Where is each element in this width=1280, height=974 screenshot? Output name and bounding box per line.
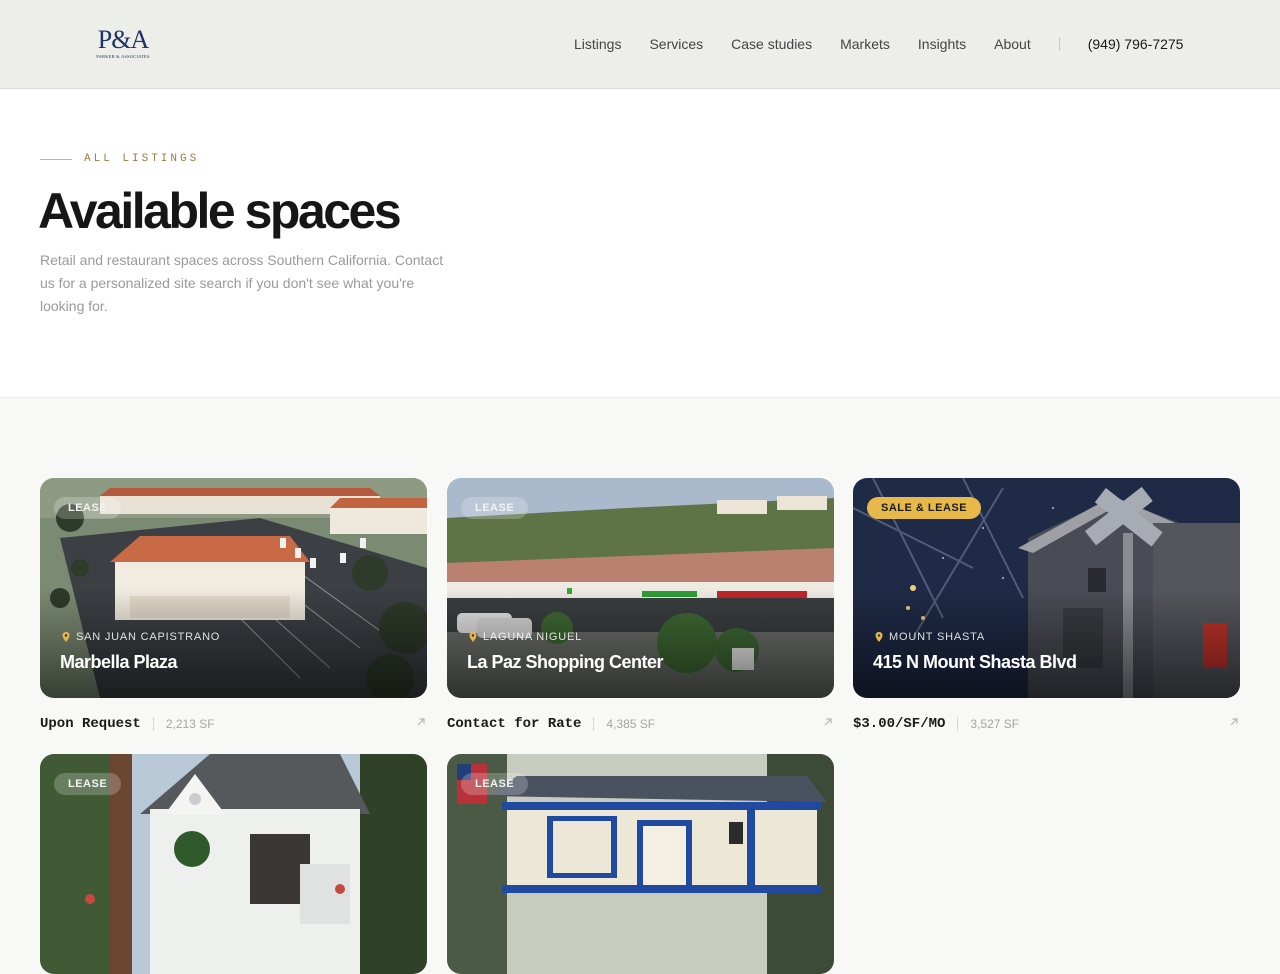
arrow-up-right-icon[interactable]: [415, 716, 427, 728]
listing-name[interactable]: 415 N Mount Shasta Blvd: [873, 652, 1077, 673]
nav-divider: [1058, 37, 1060, 51]
nav-listings[interactable]: Listings: [574, 34, 621, 54]
listing-card-415-n-mount-shasta-blvd[interactable]: SALE & LEASE MOUNT SHASTA 415 N Mount Sh…: [853, 478, 1240, 750]
eyebrow: ALL LISTINGS: [40, 153, 199, 165]
nav-case-studies[interactable]: Case studies: [731, 34, 812, 54]
logo-mark: P&A: [97, 25, 149, 54]
listing-type-badge: SALE & LEASE: [867, 497, 982, 519]
nav-about[interactable]: About: [994, 34, 1031, 54]
listing-meta: Contact for Rate 4,385 SF: [447, 698, 834, 750]
listing-location: MOUNT SHASTA: [873, 631, 985, 643]
meta-divider: [152, 717, 154, 731]
listing-type-badge: LEASE: [461, 773, 529, 795]
listing-photo[interactable]: LEASE SAN JUAN CAPISTRANO Marbella Plaza: [40, 478, 427, 698]
listing-price: Contact for Rate: [447, 716, 582, 732]
listing-location-label: MOUNT SHASTA: [889, 631, 985, 643]
listing-location: LAGUNA NIGUEL: [467, 631, 582, 643]
listing-photo[interactable]: SALE & LEASE MOUNT SHASTA 415 N Mount Sh…: [853, 478, 1240, 698]
site-header: P&A PARKER & ASSOCIATES Listings Service…: [0, 0, 1280, 89]
listing-price: $3.00/SF/MO: [853, 716, 946, 732]
photo-overlay: [40, 588, 427, 698]
listing-card-5[interactable]: LEASE: [447, 754, 834, 974]
page-description: Retail and restaurant spaces across Sout…: [40, 252, 444, 314]
listing-meta: $3.00/SF/MO 3,527 SF: [853, 698, 1240, 750]
photo-overlay: [853, 588, 1240, 698]
listing-card-4[interactable]: LEASE: [40, 754, 427, 974]
nav-markets[interactable]: Markets: [840, 34, 890, 54]
location-pin-icon: [875, 632, 883, 642]
listing-type-badge: LEASE: [54, 497, 122, 519]
listing-location: SAN JUAN CAPISTRANO: [60, 631, 220, 643]
listing-name[interactable]: La Paz Shopping Center: [467, 652, 664, 673]
location-pin-icon: [469, 632, 477, 642]
location-pin-icon: [62, 632, 70, 642]
eyebrow-rule: [40, 158, 72, 160]
meta-divider: [593, 717, 595, 731]
photo-overlay: [447, 588, 834, 698]
eyebrow-label: ALL LISTINGS: [84, 153, 200, 165]
listing-card-la-paz-shopping-center[interactable]: LEASE LAGUNA NIGUEL La Paz Shopping Cent…: [447, 478, 834, 750]
listing-type-badge: LEASE: [54, 773, 122, 795]
page-title: Available spaces: [38, 183, 402, 239]
listing-photo[interactable]: LEASE: [447, 754, 834, 974]
listing-price: Upon Request: [40, 716, 141, 732]
main-nav: Listings Services Case studies Markets I…: [574, 34, 1183, 54]
listing-card-marbella-plaza[interactable]: LEASE SAN JUAN CAPISTRANO Marbella Plaza…: [40, 478, 427, 750]
listing-photo[interactable]: LEASE LAGUNA NIGUEL La Paz Shopping Cent…: [447, 478, 834, 698]
arrow-up-right-icon[interactable]: [1228, 716, 1240, 728]
listing-size: 3,527 SF: [970, 717, 1020, 731]
listing-location-label: LAGUNA NIGUEL: [483, 631, 583, 643]
logo-subtitle: PARKER & ASSOCIATES: [96, 54, 150, 59]
meta-divider: [957, 717, 959, 731]
listing-size: 4,385 SF: [606, 717, 656, 731]
hero-section: ALL LISTINGS Available spaces Retail and…: [0, 89, 1280, 398]
listing-type-badge: LEASE: [461, 497, 529, 519]
listing-size: 2,213 SF: [165, 717, 215, 731]
phone-link[interactable]: (949) 796-7275: [1088, 34, 1184, 54]
listing-photo[interactable]: LEASE: [40, 754, 427, 974]
listing-location-label: SAN JUAN CAPISTRANO: [76, 631, 221, 643]
brand-logo[interactable]: P&A PARKER & ASSOCIATES: [90, 26, 156, 60]
nav-services[interactable]: Services: [649, 34, 703, 54]
listing-meta: Upon Request 2,213 SF: [40, 698, 427, 750]
arrow-up-right-icon[interactable]: [822, 716, 834, 728]
nav-insights[interactable]: Insights: [918, 34, 966, 54]
listing-name[interactable]: Marbella Plaza: [60, 652, 178, 673]
